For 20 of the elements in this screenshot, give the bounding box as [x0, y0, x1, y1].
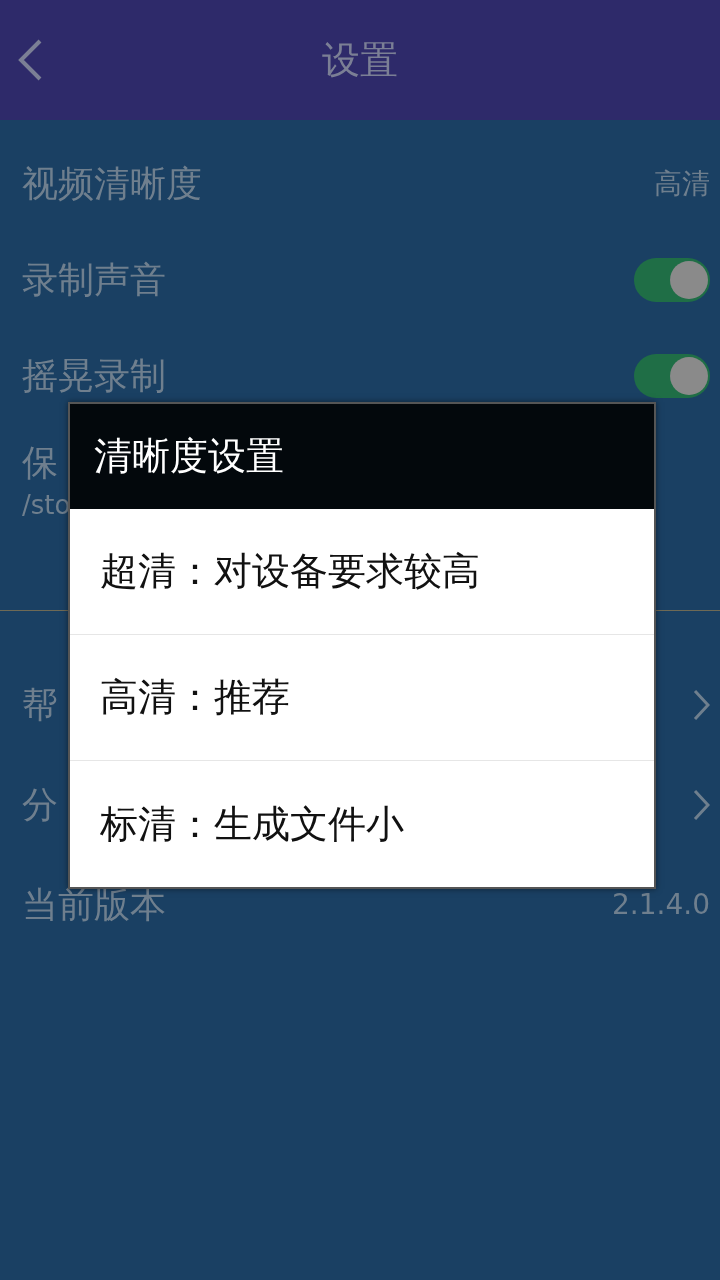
dialog-title: 清晰度设置	[70, 404, 654, 509]
setting-label: 视频清晰度	[22, 164, 202, 204]
screen-title: 设置	[322, 36, 398, 84]
back-icon[interactable]	[16, 38, 44, 82]
setting-value: 2.1.4.0	[612, 887, 710, 923]
dialog-option[interactable]: 标清：生成文件小	[70, 761, 654, 887]
setting-label: 录制声音	[22, 260, 166, 300]
toggle-switch[interactable]	[634, 354, 710, 398]
menu-label: 分	[22, 785, 58, 825]
setting-label: 保	[22, 442, 58, 483]
dialog-option[interactable]: 超清：对设备要求较高	[70, 509, 654, 635]
toggle-switch[interactable]	[634, 258, 710, 302]
dialog-option[interactable]: 高清：推荐	[70, 635, 654, 761]
path-text: /sto	[22, 489, 71, 523]
setting-value: 高清	[654, 166, 710, 202]
setting-label: 摇晃录制	[22, 356, 166, 396]
chevron-icon	[692, 789, 710, 821]
setting-label: 当前版本	[22, 885, 166, 925]
menu-label: 帮	[22, 685, 58, 725]
chevron-icon	[692, 689, 710, 721]
